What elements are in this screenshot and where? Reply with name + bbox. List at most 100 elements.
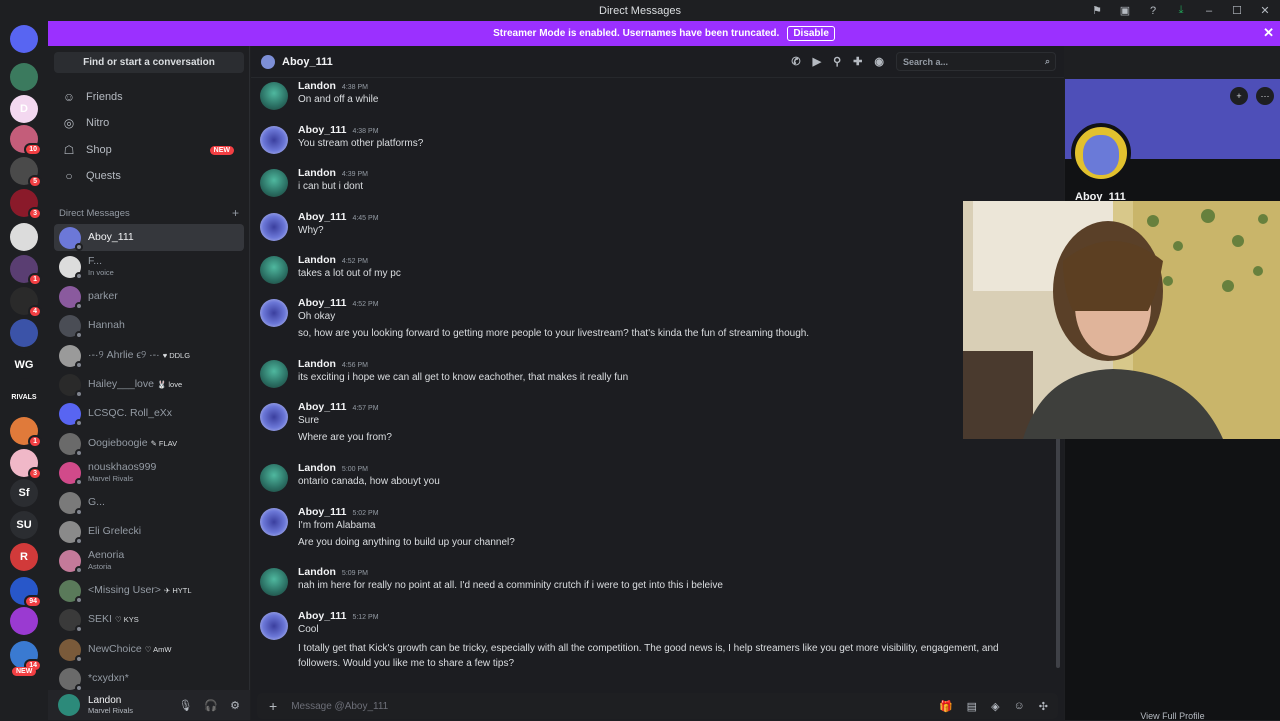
avatar[interactable] [260, 213, 288, 241]
find-conversation-button[interactable]: Find or start a conversation [54, 52, 244, 73]
inbox-icon[interactable]: ▣ [1118, 4, 1132, 18]
download-icon[interactable]: ⤓ [1174, 4, 1188, 18]
disable-streamer-mode-button[interactable]: Disable [787, 26, 835, 41]
server-icon[interactable] [10, 223, 38, 251]
server-icon[interactable]: 4 [10, 287, 42, 318]
dm-item[interactable]: Hailey___love 🐰 love [54, 371, 244, 398]
message-text: Why? [298, 225, 324, 236]
avatar[interactable] [260, 299, 288, 327]
user-profile-icon[interactable]: ◉ [874, 55, 884, 68]
headphones-icon[interactable]: 🎧 [204, 699, 218, 712]
server-icon[interactable]: 1 [10, 417, 42, 448]
add-attachment-icon[interactable]: + [269, 698, 277, 714]
nav-nitro[interactable]: ◎ Nitro [54, 111, 244, 135]
sticker-icon[interactable]: ◈ [991, 700, 999, 713]
user-tag: ♡ AmW [144, 645, 172, 654]
server-icon[interactable]: SU [10, 511, 38, 539]
server-icon[interactable]: 94 [10, 577, 42, 608]
nav-friends[interactable]: ☺ Friends [54, 85, 244, 109]
dm-item[interactable]: Oogieboogie ✎ FLAV [54, 430, 244, 457]
message-author[interactable]: Landon [298, 358, 336, 370]
server-icon[interactable]: R [10, 543, 38, 571]
avatar[interactable] [260, 464, 288, 492]
dm-item[interactable]: <Missing User> ✈ HYTL [54, 577, 244, 604]
avatar[interactable] [260, 360, 288, 388]
gear-icon[interactable]: ⚙ [230, 699, 240, 712]
dm-item[interactable]: Hannah [54, 312, 244, 339]
add-friend-icon[interactable]: + [1230, 87, 1248, 105]
message-author[interactable]: Aboy_111 [298, 401, 346, 413]
gift-icon[interactable]: 🎁 [939, 700, 953, 713]
apps-icon[interactable]: ✣ [1039, 700, 1048, 713]
avatar[interactable] [260, 169, 288, 197]
message-author[interactable]: Aboy_111 [298, 506, 346, 518]
message-author[interactable]: Aboy_111 [298, 124, 346, 136]
message-text: Sure [298, 415, 320, 426]
maximize-icon[interactable]: ☐ [1230, 4, 1244, 18]
server-icon[interactable]: 14 [10, 641, 42, 672]
emoji-icon[interactable]: ☺ [1014, 700, 1025, 713]
message-author[interactable]: Landon [298, 254, 336, 266]
close-banner-icon[interactable]: ✕ [1263, 25, 1274, 41]
avatar[interactable] [260, 256, 288, 284]
message-author[interactable]: Aboy_111 [298, 211, 346, 223]
dm-item[interactable]: Aboy_111 [54, 224, 244, 251]
search-input[interactable]: Search a... ⌕ [896, 52, 1056, 71]
avatar[interactable] [260, 403, 288, 431]
dm-item[interactable]: Eli Grelecki [54, 518, 244, 545]
help-icon[interactable]: ? [1146, 4, 1160, 18]
server-icon[interactable]: RIVALS [10, 383, 38, 411]
discord-icon[interactable] [10, 25, 38, 53]
avatar[interactable] [58, 694, 80, 716]
dm-item[interactable]: NewChoice ♡ AmW [54, 636, 244, 663]
create-dm-icon[interactable]: + [232, 207, 239, 219]
message-author[interactable]: Aboy_111 [298, 297, 346, 309]
minimize-icon[interactable]: – [1202, 4, 1216, 18]
server-icon[interactable]: WG [10, 351, 38, 379]
message-author[interactable]: Landon [298, 462, 336, 474]
nav-shop[interactable]: ☖ Shop NEW [54, 138, 244, 162]
server-icon[interactable] [10, 63, 38, 91]
message-composer[interactable]: + Message @Aboy_111 🎁 ▤ ◈ ☺ ✣ [257, 693, 1058, 719]
dm-item[interactable]: F... In voice [54, 253, 244, 280]
dm-item[interactable]: nouskhaos999 Marvel Rivals [54, 459, 244, 486]
server-icon[interactable]: 10 [10, 125, 42, 156]
server-icon[interactable]: 3 [10, 189, 42, 220]
message-author[interactable]: Landon [298, 80, 336, 92]
server-icon[interactable]: 3 [10, 449, 42, 480]
avatar[interactable] [260, 568, 288, 596]
scrollbar[interactable] [1056, 436, 1060, 668]
inbox-flag-icon[interactable]: ⚑ [1090, 4, 1104, 18]
message-author[interactable]: Landon [298, 566, 336, 578]
add-friend-icon[interactable]: ✚ [853, 55, 862, 68]
message-author[interactable]: Aboy_111 [298, 610, 346, 622]
dm-item[interactable]: SEKI ♡ KYS [54, 606, 244, 633]
video-call-icon[interactable]: ▶ [813, 55, 821, 68]
avatar[interactable] [260, 508, 288, 536]
avatar[interactable] [260, 82, 288, 110]
dm-item[interactable]: Aenoria Astoria [54, 547, 244, 574]
message-author[interactable]: Landon [298, 167, 336, 179]
dm-item[interactable]: LCSQC. Roll_eXx [54, 400, 244, 427]
server-icon[interactable]: D [10, 95, 38, 123]
dm-item[interactable]: G... [54, 489, 244, 516]
close-window-icon[interactable]: ✕ [1258, 4, 1272, 18]
nav-quests[interactable]: ○ Quests [54, 164, 244, 188]
more-options-icon[interactable]: ⋯ [1256, 87, 1274, 105]
microphone-icon[interactable]: 🎙 [178, 699, 192, 712]
dm-item[interactable]: *cxydxn* [54, 665, 244, 692]
avatar[interactable] [260, 126, 288, 154]
server-icon[interactable] [10, 319, 38, 347]
server-icon[interactable]: 5 [10, 157, 42, 188]
dm-item[interactable]: ·-·୨ Аhrlie ϵ୨ ·-· ♥ DDLG [54, 342, 244, 369]
server-icon[interactable] [10, 607, 38, 635]
dm-item[interactable]: parker [54, 283, 244, 310]
voice-call-icon[interactable]: ✆ [791, 55, 800, 68]
message-input[interactable]: Message @Aboy_111 [291, 701, 388, 712]
server-icon[interactable]: Sf [10, 479, 38, 507]
pin-icon[interactable]: ⚲ [833, 55, 841, 68]
avatar[interactable] [260, 612, 288, 640]
server-icon[interactable]: 1 [10, 255, 42, 286]
recipient-name[interactable]: Aboy_111 [282, 56, 333, 68]
gif-icon[interactable]: ▤ [967, 700, 977, 713]
